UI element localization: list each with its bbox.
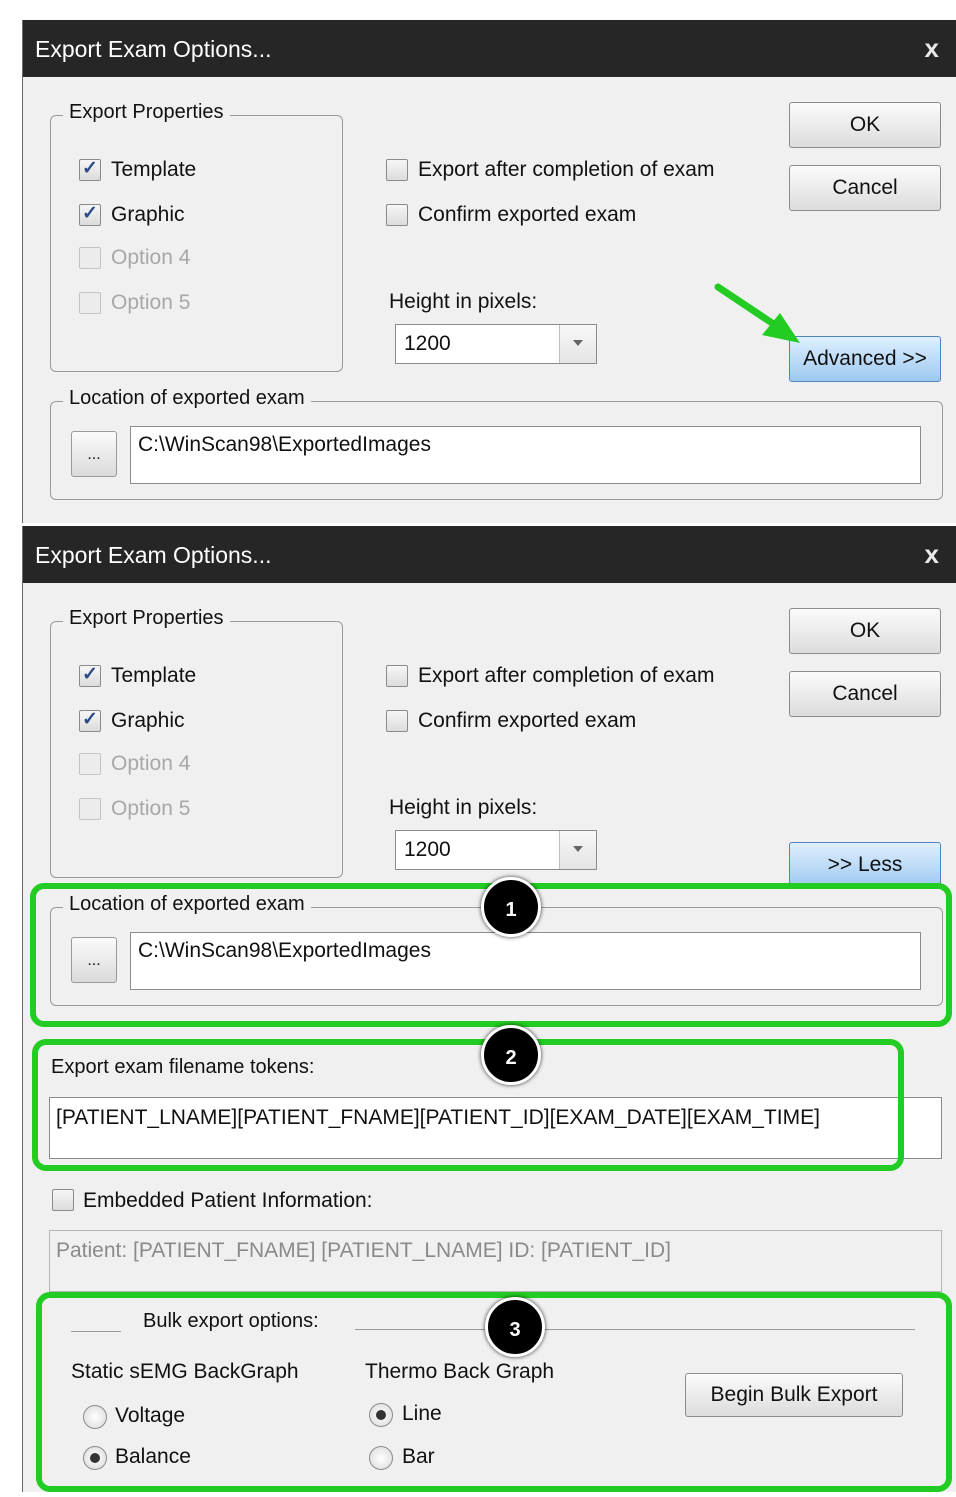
location-input[interactable]: C:\WinScan98\ExportedImages <box>130 426 921 484</box>
confirm-exported-checkbox[interactable] <box>386 204 408 226</box>
less-button[interactable]: >> Less <box>789 842 941 888</box>
embedded-info-checkbox[interactable] <box>52 1189 74 1211</box>
export-properties-group: Export Properties <box>50 607 343 878</box>
export-after-label: Export after completion of exam <box>418 664 715 687</box>
embedded-info-label: Embedded Patient Information: <box>83 1189 373 1212</box>
embedded-info-value: Patient: [PATIENT_FNAME] [PATIENT_LNAME]… <box>56 1239 671 1262</box>
browse-button[interactable]: ... <box>71 431 117 477</box>
cancel-button[interactable]: Cancel <box>789 165 941 211</box>
height-value: 1200 <box>404 838 451 861</box>
title-bar: Export Exam Options... x <box>23 20 956 77</box>
height-combobox[interactable]: 1200 <box>395 324 597 364</box>
option4-checkbox <box>79 753 101 775</box>
height-label: Height in pixels: <box>389 796 538 819</box>
height-label: Height in pixels: <box>389 290 538 313</box>
export-properties-legend: Export Properties <box>63 607 230 630</box>
template-label: Template <box>111 158 197 181</box>
option5-checkbox <box>79 292 101 314</box>
location-legend: Location of exported exam <box>63 387 311 410</box>
confirm-exported-label: Confirm exported exam <box>418 709 637 732</box>
embedded-info-input: Patient: [PATIENT_FNAME] [PATIENT_LNAME]… <box>49 1230 942 1292</box>
arrow-annotation <box>714 283 800 343</box>
close-icon[interactable]: x <box>925 539 939 570</box>
height-combobox[interactable]: 1200 <box>395 830 597 870</box>
title-bar: Export Exam Options... x <box>23 526 956 583</box>
graphic-label: Graphic <box>111 203 185 226</box>
close-icon[interactable]: x <box>925 33 939 64</box>
advanced-button[interactable]: Advanced >> <box>789 336 941 382</box>
export-after-checkbox[interactable] <box>386 665 408 687</box>
dialog-title: Export Exam Options... <box>35 36 272 62</box>
option5-label: Option 5 <box>111 797 191 820</box>
chevron-down-icon[interactable] <box>559 325 596 363</box>
export-dialog-1: Export Exam Options... x Export Properti… <box>22 20 956 523</box>
confirm-exported-label: Confirm exported exam <box>418 203 637 226</box>
option5-label: Option 5 <box>111 291 191 314</box>
export-properties-legend: Export Properties <box>63 101 230 124</box>
export-properties-group: Export Properties <box>50 101 343 372</box>
confirm-exported-checkbox[interactable] <box>386 710 408 732</box>
highlight-filename-tokens <box>32 1039 904 1171</box>
badge-1: 1 <box>481 877 541 937</box>
ok-button[interactable]: OK <box>789 608 941 654</box>
height-value: 1200 <box>404 332 451 355</box>
option4-label: Option 4 <box>111 246 191 269</box>
chevron-down-icon[interactable] <box>559 831 596 869</box>
badge-2: 2 <box>481 1025 541 1085</box>
template-label: Template <box>111 664 197 687</box>
dialog-title: Export Exam Options... <box>35 542 272 568</box>
export-after-label: Export after completion of exam <box>418 158 715 181</box>
graphic-label: Graphic <box>111 709 185 732</box>
option4-checkbox <box>79 247 101 269</box>
template-checkbox[interactable] <box>79 157 101 181</box>
ok-button[interactable]: OK <box>789 102 941 148</box>
location-value: C:\WinScan98\ExportedImages <box>138 433 431 456</box>
graphic-checkbox[interactable] <box>79 202 101 226</box>
export-after-checkbox[interactable] <box>386 159 408 181</box>
graphic-checkbox[interactable] <box>79 708 101 732</box>
cancel-button[interactable]: Cancel <box>789 671 941 717</box>
badge-3: 3 <box>485 1297 545 1357</box>
option5-checkbox <box>79 798 101 820</box>
template-checkbox[interactable] <box>79 663 101 687</box>
option4-label: Option 4 <box>111 752 191 775</box>
